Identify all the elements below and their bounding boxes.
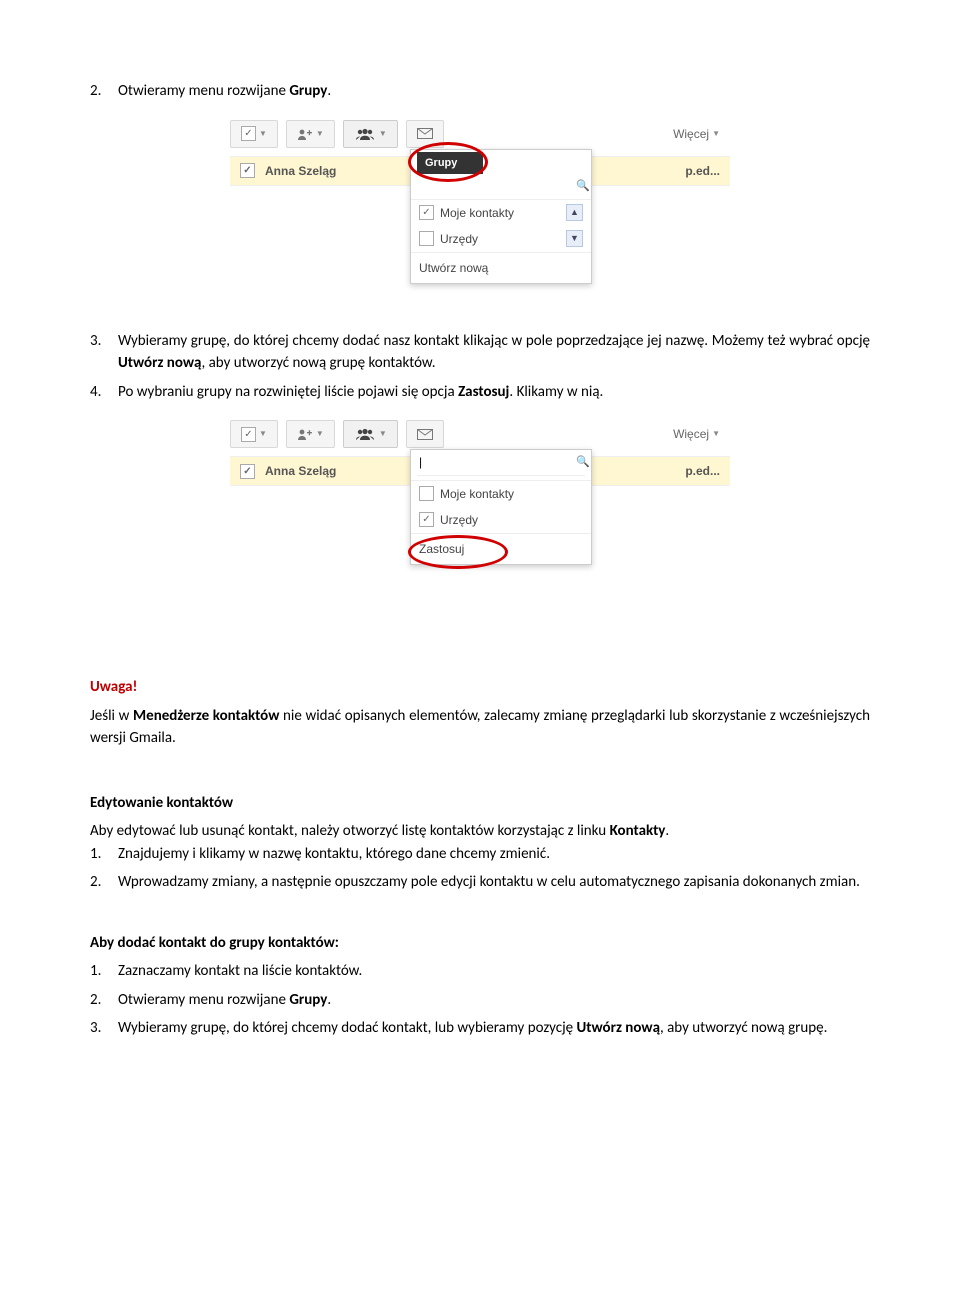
checkbox-icon (419, 486, 434, 501)
warning-block: Uwaga! Jeśli w Menedżerze kontaktów nie … (90, 676, 870, 750)
section-heading: Edytowanie kontaktów (90, 792, 870, 815)
checkbox-icon: ✓ (419, 205, 434, 220)
search-icon: 🔍 (576, 454, 590, 471)
warning-text: Jeśli w Menedżerze kontaktów nie widać o… (90, 705, 870, 750)
select-all-button[interactable]: ✓ ▼ (230, 420, 278, 448)
list-item: 2. Otwieramy menu rozwijane Grupy. (90, 80, 870, 103)
group-search-input[interactable] (417, 454, 576, 470)
intro-text: Aby edytować lub usunąć kontakt, należy … (90, 820, 870, 843)
checkbox-icon: ✓ (241, 126, 256, 141)
chevron-down-icon: ▼ (712, 428, 720, 440)
group-option[interactable]: ✓ Urzędy (411, 507, 591, 533)
group-option[interactable]: ✓ Moje kontakty ▲ (411, 200, 591, 226)
warning-title: Uwaga! (90, 676, 870, 699)
list-number: 3. (90, 1017, 118, 1040)
add-contact-button[interactable]: ▼ (286, 420, 335, 448)
chevron-down-icon: ▼ (379, 128, 387, 140)
mail-button[interactable] (406, 420, 444, 448)
scroll-up-icon[interactable]: ▲ (566, 204, 583, 221)
list-text: Otwieramy menu rozwijane Grupy. (118, 989, 870, 1012)
contact-name: Anna Szeląg (265, 162, 336, 180)
list-text: Wybieramy grupę, do której chcemy dodać … (118, 330, 870, 375)
chevron-down-icon: ▼ (316, 128, 324, 140)
checkbox-icon: ✓ (419, 512, 434, 527)
list-text: Po wybraniu grupy na rozwiniętej liście … (118, 381, 870, 404)
group-option[interactable]: Urzędy ▼ (411, 226, 591, 252)
search-icon: 🔍 (576, 178, 590, 195)
screenshot-1: ✓ ▼ ▼ ▼ Więcej ▼ ✓ Anna Szeląg (90, 117, 870, 306)
checkbox-icon (419, 231, 434, 246)
list-number: 2. (90, 80, 118, 103)
list-text: Zaznaczamy kontakt na liście kontaktów. (118, 960, 870, 983)
add-contact-button[interactable]: ▼ (286, 120, 335, 148)
list-text: Wprowadzamy zmiany, a następnie opuszcza… (118, 871, 870, 894)
list-item: 4. Po wybraniu grupy na rozwiniętej liśc… (90, 381, 870, 404)
scroll-down-icon[interactable]: ▼ (566, 230, 583, 247)
list-number: 1. (90, 843, 118, 866)
list-text: Otwieramy menu rozwijane Grupy. (118, 80, 870, 103)
chevron-down-icon: ▼ (379, 428, 387, 440)
chevron-down-icon: ▼ (259, 128, 267, 140)
checkbox-icon: ✓ (240, 464, 255, 479)
contact-email-fragment: p.ed... (685, 162, 720, 180)
list-number: 3. (90, 330, 118, 375)
chevron-down-icon: ▼ (259, 428, 267, 440)
highlight-ellipse (408, 535, 508, 569)
list-number: 1. (90, 960, 118, 983)
group-option[interactable]: Moje kontakty (411, 481, 591, 507)
list-item: 2. Wprowadzamy zmiany, a następnie opusz… (90, 871, 870, 894)
list-item: 3. Wybieramy grupę, do której chcemy dod… (90, 1017, 870, 1040)
contact-email-fragment: p.ed... (685, 462, 720, 480)
list-item: 2. Otwieramy menu rozwijane Grupy. (90, 989, 870, 1012)
more-button[interactable]: Więcej ▼ (663, 121, 730, 147)
groups-button[interactable]: ▼ (343, 120, 398, 148)
list-item: 1. Znajdujemy i klikamy w nazwę kontaktu… (90, 843, 870, 866)
list-number: 2. (90, 871, 118, 894)
chevron-down-icon: ▼ (712, 128, 720, 140)
screenshot-2: ✓ ▼ ▼ ▼ Więcej ▼ ✓ Anna Szeląg (90, 417, 870, 616)
highlight-ellipse (408, 142, 488, 182)
checkbox-icon: ✓ (240, 163, 255, 178)
list-item: 1. Zaznaczamy kontakt na liście kontaktó… (90, 960, 870, 983)
more-button[interactable]: Więcej ▼ (663, 421, 730, 447)
checkbox-icon: ✓ (241, 427, 256, 442)
list-number: 2. (90, 989, 118, 1012)
select-all-button[interactable]: ✓ ▼ (230, 120, 278, 148)
groups-button[interactable]: ▼ (343, 420, 398, 448)
create-new-option[interactable]: Utwórz nową (411, 253, 591, 279)
list-text: Znajdujemy i klikamy w nazwę kontaktu, k… (118, 843, 870, 866)
dropdown-search[interactable]: 🔍 (417, 454, 585, 476)
chevron-down-icon: ▼ (316, 428, 324, 440)
list-text: Wybieramy grupę, do której chcemy dodać … (118, 1017, 870, 1040)
list-item: 3. Wybieramy grupę, do której chcemy dod… (90, 330, 870, 375)
list-number: 4. (90, 381, 118, 404)
contact-name: Anna Szeląg (265, 462, 336, 480)
section-heading: Aby dodać kontakt do grupy kontaktów: (90, 932, 870, 955)
